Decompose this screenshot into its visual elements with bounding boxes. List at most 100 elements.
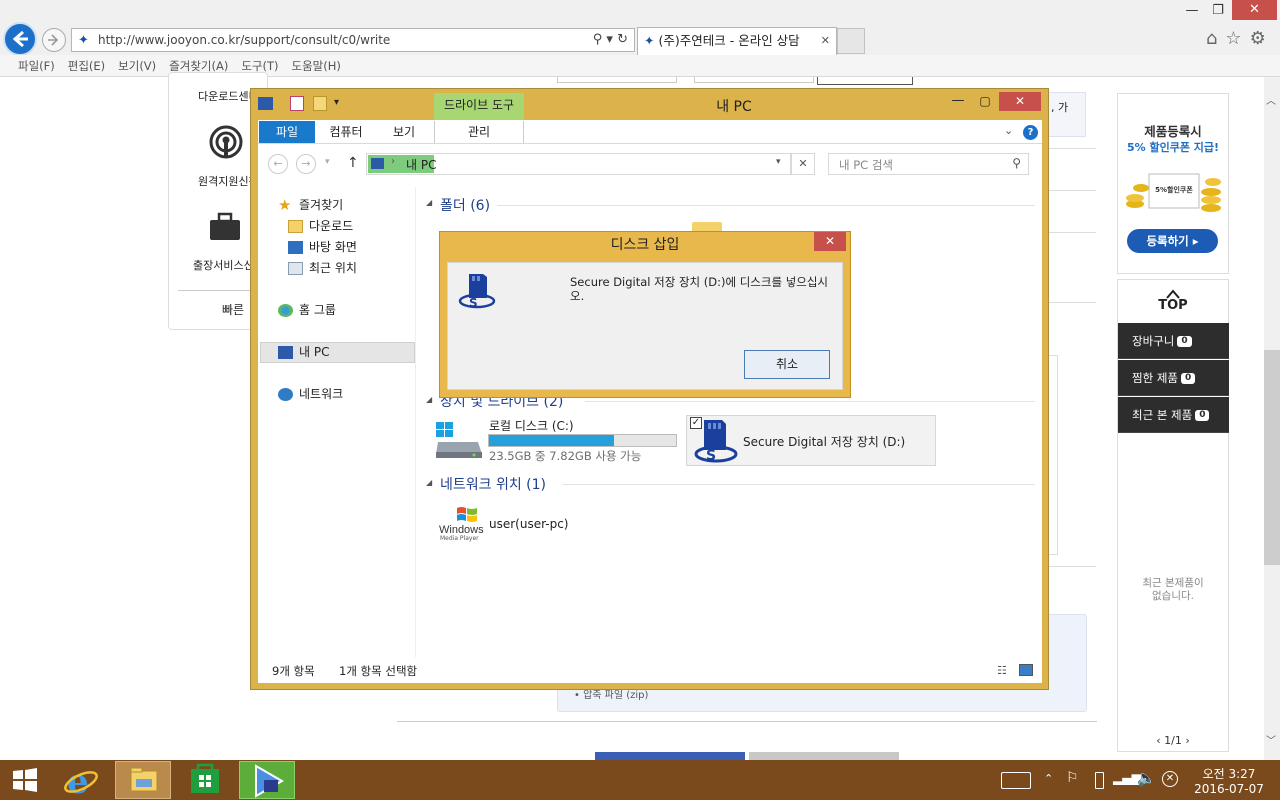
close-window-button[interactable]: ✕ — [1232, 0, 1277, 20]
local-disk-name[interactable]: 로컬 디스크 (C:) — [489, 417, 574, 434]
tree-downloads[interactable]: 다운로드 — [288, 216, 353, 236]
show-hidden-icons[interactable]: ⌃ — [1044, 772, 1053, 785]
network-section-header[interactable]: 네트워크 위치 (1) — [440, 474, 546, 494]
forward-button[interactable] — [42, 28, 66, 52]
windows-logo-icon — [13, 768, 37, 792]
ribbon-tab-computer[interactable]: 컴퓨터 — [320, 121, 372, 143]
breadcrumb-pc-icon — [371, 158, 384, 169]
folders-section-header[interactable]: 폴더 (6) — [440, 195, 490, 215]
recent-viewed-label: 최근 본 제품 — [1132, 408, 1193, 422]
recent-viewed-count: 0 — [1195, 410, 1210, 421]
explorer-minimize-button[interactable]: — — [945, 92, 971, 112]
bg-line — [1046, 302, 1096, 303]
recent-empty-text: 최근 본제품이 없습니다. — [1142, 577, 1204, 602]
wishlist-item[interactable]: 찜한 제품 0 — [1118, 360, 1229, 396]
tree-recent-label: 최근 위치 — [309, 261, 357, 275]
explorer-maximize-button[interactable]: ▢ — [972, 92, 998, 112]
tab-title: (주)주연테크 - 온라인 상담 — [658, 33, 800, 48]
action-center-flag-icon[interactable]: ⚐ — [1066, 770, 1079, 786]
tree-network[interactable]: 네트워크 — [278, 384, 343, 404]
dialog-cancel-button[interactable]: 취소 — [744, 350, 830, 379]
page-scrollbar-thumb[interactable] — [1264, 350, 1280, 565]
recent-pager[interactable]: ‹ 1/1 › — [1118, 734, 1228, 747]
tree-homegroup-label: 홈 그룹 — [299, 303, 336, 317]
browser-tab[interactable]: ✦ (주)주연테크 - 온라인 상담 ✕ — [637, 27, 837, 55]
breadcrumb-this-pc[interactable]: 내 PC — [406, 156, 436, 173]
tab-close-icon[interactable]: ✕ — [821, 28, 830, 54]
large-icons-view-icon[interactable] — [1019, 664, 1033, 676]
scroll-down-icon[interactable]: ﹀ — [1266, 732, 1276, 747]
taskbar-store[interactable] — [177, 761, 233, 799]
help-icon[interactable]: ? — [1023, 125, 1038, 140]
briefcase-icon — [208, 212, 242, 244]
clock-time[interactable]: 오전 3:27 — [1190, 765, 1268, 782]
address-dropdown-icon[interactable]: ▾ — [776, 157, 781, 167]
folders-collapse-icon[interactable]: ◢ — [426, 198, 432, 207]
tree-recent[interactable]: 최근 위치 — [288, 258, 357, 278]
ribbon-tab-view[interactable]: 보기 — [382, 121, 426, 143]
network-item-name[interactable]: user(user-pc) — [489, 517, 569, 531]
minimize-button[interactable]: — — [1178, 2, 1206, 20]
input-mode-icon[interactable]: ✕ — [1162, 771, 1178, 787]
pager-label: 1/1 — [1164, 734, 1182, 747]
back-button[interactable] — [3, 22, 37, 56]
start-button[interactable] — [12, 767, 38, 793]
scroll-up-icon[interactable]: ︿ — [1266, 92, 1276, 107]
new-folder-icon[interactable] — [313, 96, 327, 111]
wmp-logo-line2: Media Player — [440, 535, 479, 542]
local-disk-icon[interactable] — [434, 420, 484, 460]
network-collapse-icon[interactable]: ◢ — [426, 478, 432, 487]
tree-this-pc[interactable]: 내 PC — [278, 342, 329, 362]
register-button[interactable]: 등록하기 ▸ — [1127, 229, 1218, 253]
up-folder-button[interactable]: ↑ — [347, 155, 359, 171]
tree-homegroup[interactable]: 홈 그룹 — [278, 300, 336, 320]
ribbon-expand-icon[interactable]: ⌄ — [1004, 124, 1013, 137]
bg-line — [1046, 148, 1096, 149]
explorer-search-box[interactable]: 내 PC 검색 ⚲ — [828, 153, 1029, 175]
home-fav-settings-icons[interactable]: ⌂☆⚙ — [1206, 28, 1274, 49]
dialog-close-button[interactable]: ✕ — [814, 232, 846, 251]
clock-date[interactable]: 2016-07-07 — [1190, 782, 1268, 796]
recent-locations-dropdown[interactable]: ▾ — [325, 157, 330, 167]
menu-help[interactable]: 도움말(H) — [292, 58, 341, 74]
details-view-icon[interactable]: ☷ — [997, 664, 1007, 677]
tree-network-label: 네트워크 — [299, 387, 344, 401]
taskbar-media-player[interactable] — [239, 761, 295, 799]
explorer-forward-button[interactable]: → — [296, 154, 316, 174]
new-tab-button[interactable] — [837, 28, 865, 54]
tree-favorites[interactable]: ★ 즐겨찾기 — [278, 195, 343, 215]
quick-access-dropdown[interactable]: ▾ — [334, 97, 339, 108]
nav-quick[interactable]: 빠른 — [222, 301, 244, 318]
svg-text:S: S — [706, 448, 716, 464]
restore-button[interactable]: ❐ — [1204, 2, 1232, 20]
explorer-close-button[interactable]: ✕ — [999, 92, 1041, 111]
address-bar[interactable]: ✦ http://www.jooyon.co.kr/support/consult… — [71, 28, 635, 52]
store-icon — [191, 763, 219, 793]
properties-icon[interactable] — [290, 96, 304, 111]
contextual-tab-header: 드라이브 도구 — [434, 93, 524, 120]
recent-viewed-item[interactable]: 최근 본 제품 0 — [1118, 397, 1229, 433]
battery-icon[interactable] — [1095, 772, 1104, 789]
bg-line — [1046, 190, 1096, 191]
menu-file[interactable]: 파일(F) — [18, 58, 55, 74]
menu-view[interactable]: 보기(V) — [118, 58, 156, 74]
top-button[interactable]: TOP — [1118, 298, 1228, 313]
cart-item[interactable]: 장바구니 0 — [1118, 323, 1229, 359]
explorer-back-button[interactable]: ← — [268, 154, 288, 174]
keyboard-icon[interactable] — [1001, 772, 1031, 789]
tree-desktop[interactable]: 바탕 화면 — [288, 237, 357, 257]
volume-icon[interactable]: 🔈 — [1137, 769, 1156, 787]
drives-collapse-icon[interactable]: ◢ — [426, 395, 432, 404]
ribbon-tab-file[interactable]: 파일 — [259, 121, 315, 143]
search-refresh-icons[interactable]: ⚲ ▾ ↻ — [593, 29, 628, 51]
svg-text:S: S — [469, 296, 478, 310]
taskbar-ie[interactable]: e — [53, 761, 109, 802]
ribbon-tab-manage[interactable]: 관리 — [434, 121, 524, 143]
address-clear-button[interactable]: ✕ — [791, 153, 815, 175]
sd-drive-name[interactable]: Secure Digital 저장 장치 (D:) — [743, 433, 905, 450]
cart-count: 0 — [1177, 336, 1192, 347]
arrow-left-icon — [12, 30, 28, 48]
up-arrow-icon — [1166, 288, 1180, 299]
taskbar-explorer[interactable] — [115, 761, 171, 799]
menu-edit[interactable]: 편집(E) — [68, 58, 105, 74]
